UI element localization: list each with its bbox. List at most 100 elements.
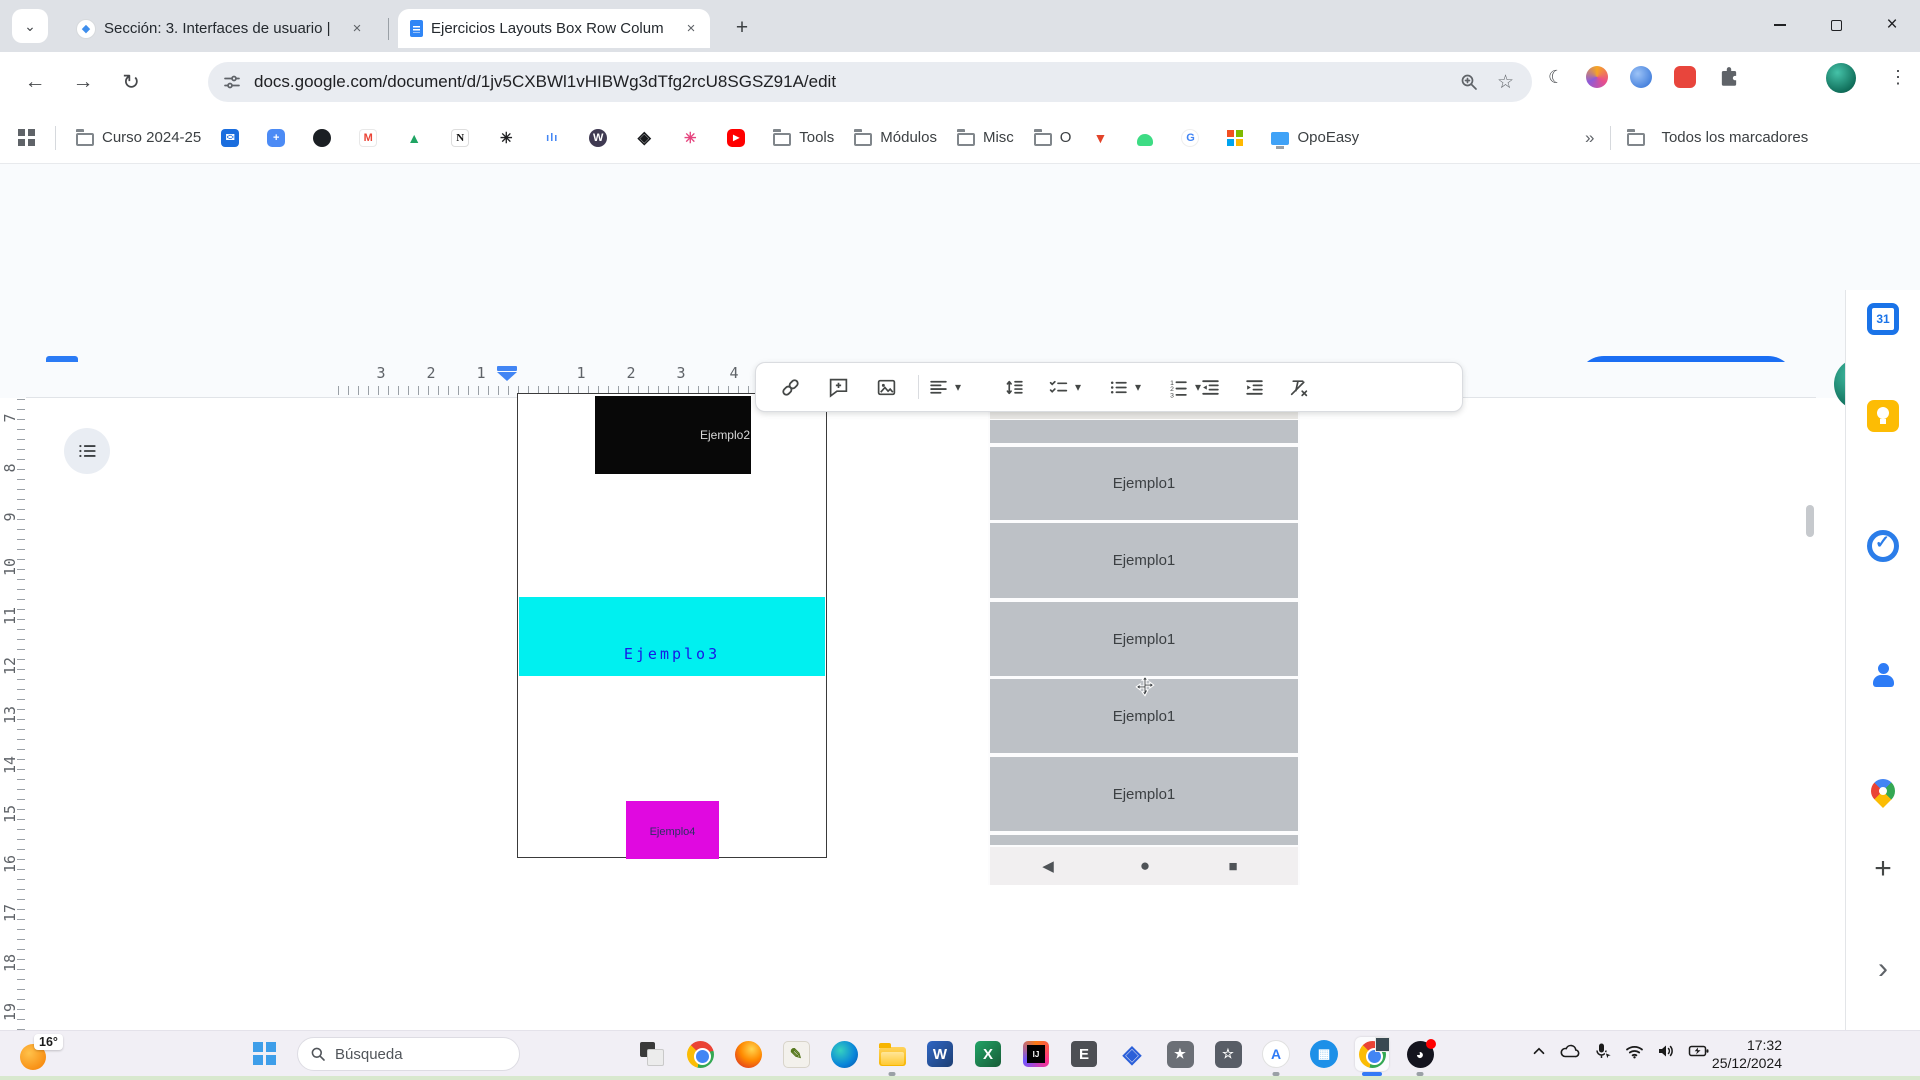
url-text[interactable]: docs.google.com/document/d/1jv5CXBWl1vHI… <box>254 72 1459 92</box>
ejemplo3-box[interactable]: Ejemplo3 <box>519 597 825 676</box>
ejemplo4-box[interactable]: Ejemplo4 <box>626 801 719 859</box>
bookmark-star-icon[interactable]: ☆ <box>1497 71 1514 94</box>
checklist-button[interactable]: ▾ <box>1048 363 1081 411</box>
browser-menu-kebab-icon[interactable]: ⋮ <box>1886 67 1910 88</box>
apps-grid-icon[interactable] <box>18 129 35 146</box>
zoom-page-icon[interactable] <box>1459 72 1479 92</box>
clear-formatting-button[interactable] <box>1278 363 1318 411</box>
add-addon-button[interactable]: + <box>1874 852 1892 886</box>
bookmark-audio-bars[interactable]: ılı <box>543 129 569 147</box>
bookmark-folder-tools[interactable]: Tools <box>773 129 834 146</box>
google-keep-icon[interactable] <box>1867 400 1899 432</box>
window-minimize-button[interactable] <box>1752 0 1808 50</box>
google-calendar-icon[interactable]: 31 <box>1867 303 1899 335</box>
outdent-button[interactable] <box>1190 363 1230 411</box>
bookmark-notion[interactable]: N <box>451 129 477 147</box>
app-intellij[interactable]: IJ <box>1019 1037 1053 1071</box>
hidden-icons-chevron-icon[interactable] <box>1530 1042 1548 1060</box>
colorful-extension-icon[interactable] <box>1586 66 1608 88</box>
bookmark-opoeasy[interactable]: OpoEasy <box>1271 129 1359 146</box>
app-file-explorer[interactable] <box>875 1037 909 1071</box>
tab-search-button[interactable]: ⌄ <box>12 9 48 43</box>
onedrive-cloud-icon[interactable] <box>1559 1041 1581 1061</box>
google-maps-icon[interactable] <box>1866 774 1900 808</box>
browser-profile-avatar[interactable] <box>1826 63 1856 93</box>
bookmark-gmail[interactable]: M <box>359 129 385 147</box>
tab-close-icon[interactable]: × <box>682 20 700 38</box>
bookmark-android[interactable] <box>1137 130 1161 146</box>
indent-button[interactable] <box>1234 363 1274 411</box>
add-comment-button[interactable] <box>818 363 858 411</box>
app-edge[interactable] <box>827 1037 861 1071</box>
app-word[interactable]: W <box>923 1037 957 1071</box>
bookmark-folder-modulos[interactable]: Módulos <box>854 129 937 146</box>
bookmark-microsoft[interactable] <box>1227 130 1251 146</box>
start-button[interactable] <box>253 1042 277 1066</box>
bookmarks-overflow-chevrons-icon[interactable]: » <box>1585 128 1594 148</box>
indent-marker[interactable] <box>497 366 517 381</box>
document-canvas[interactable]: Ejemplo2 Ejemplo3 Ejemplo4 Ejemplo1 Ejem… <box>26 398 1816 1030</box>
google-tasks-icon[interactable] <box>1867 530 1899 562</box>
tab-close-icon[interactable]: × <box>348 20 366 38</box>
google-contacts-icon[interactable] <box>1868 661 1898 691</box>
align-button[interactable]: ▾ <box>928 363 961 411</box>
app-virtualbox[interactable]: ◈ <box>1115 1037 1149 1071</box>
bookmark-wordpress[interactable]: W <box>589 129 615 147</box>
tab-ejercicios-layouts[interactable]: Ejercicios Layouts Box Row Colum × <box>398 9 710 48</box>
reload-button[interactable]: ↻ <box>116 67 146 97</box>
document-outline-button[interactable] <box>64 428 110 474</box>
dark-mode-extension-icon[interactable]: ☾ <box>1548 67 1564 88</box>
app-chrome-profile[interactable] <box>1355 1037 1389 1071</box>
blue-extension-icon[interactable] <box>1630 66 1652 88</box>
bookmark-gitlab[interactable]: ▼ <box>1091 129 1117 147</box>
bookmark-layers-app[interactable]: ◈ <box>635 129 661 147</box>
app-docker[interactable]: ▦ <box>1307 1037 1341 1071</box>
bookmark-chatgpt-pink[interactable]: ✳ <box>681 129 707 147</box>
ejemplo2-box[interactable]: Ejemplo2 <box>595 396 751 474</box>
bookmark-folder-curso[interactable]: Curso 2024-25 <box>76 129 201 146</box>
bookmark-youtube[interactable]: ▶ <box>727 129 753 147</box>
insert-image-button[interactable] <box>866 363 906 411</box>
bookmark-github[interactable] <box>313 129 339 147</box>
bookmark-mail[interactable]: ✉ <box>221 129 247 147</box>
forward-button[interactable]: → <box>68 67 98 97</box>
document-scrollbar-thumb[interactable] <box>1806 505 1814 537</box>
new-tab-button[interactable]: + <box>728 14 756 42</box>
app-excel[interactable]: X <box>971 1037 1005 1071</box>
android-screenshot-image[interactable]: Ejemplo1 Ejemplo1 Ejemplo1 Ejemplo1 Ejem… <box>988 411 1300 885</box>
app-star-tool[interactable]: ★ <box>1163 1037 1197 1071</box>
taskbar-search-box[interactable]: Búsqueda <box>297 1037 520 1071</box>
bookmark-extension[interactable]: + <box>267 129 293 147</box>
bookmark-folder-misc[interactable]: Misc <box>957 129 1014 146</box>
bookmark-chatgpt[interactable]: ✳ <box>497 129 523 147</box>
address-bar[interactable]: docs.google.com/document/d/1jv5CXBWl1vHI… <box>208 62 1532 102</box>
bookmark-drive[interactable]: ▲ <box>405 129 431 147</box>
window-close-button[interactable]: × <box>1864 0 1920 50</box>
vertical-ruler[interactable]: 78910111213141516171819 <box>0 398 26 1030</box>
extensions-puzzle-icon[interactable] <box>1718 66 1740 88</box>
back-button[interactable]: ← <box>20 67 50 97</box>
red-extension-icon[interactable] <box>1674 66 1696 88</box>
bulleted-list-button[interactable]: ▾ <box>1108 363 1141 411</box>
window-maximize-button[interactable] <box>1808 0 1864 50</box>
expand-panel-chevron-icon[interactable]: › <box>1878 952 1888 986</box>
microphone-location-icon[interactable] <box>1592 1041 1613 1061</box>
bookmark-folder-o[interactable]: O <box>1034 129 1072 146</box>
taskbar-clock[interactable]: 17:32 25/12/2024 <box>1692 1036 1782 1072</box>
taskbar-weather-widget[interactable]: 16° <box>20 1036 66 1072</box>
app-gimp[interactable]: ✎ <box>779 1037 813 1071</box>
bookmark-google[interactable]: G <box>1181 129 1207 147</box>
line-spacing-button[interactable] <box>994 363 1034 411</box>
app-color-swatches[interactable] <box>635 1037 669 1071</box>
wifi-icon[interactable] <box>1624 1041 1645 1061</box>
insert-link-button[interactable] <box>770 363 810 411</box>
app-obs[interactable]: ◕ <box>1403 1037 1437 1071</box>
all-bookmarks-label[interactable]: Todos los marcadores <box>1661 129 1808 146</box>
app-chrome[interactable] <box>683 1037 717 1071</box>
app-firefox[interactable] <box>731 1037 765 1071</box>
app-magic-tool[interactable]: ☆ <box>1211 1037 1245 1071</box>
document-page[interactable]: Ejemplo2 Ejemplo3 Ejemplo4 <box>517 393 827 858</box>
app-everything[interactable]: E <box>1067 1037 1101 1071</box>
tab-seccion-interfaces[interactable]: ◆ Sección: 3. Interfaces de usuario | × <box>64 9 376 48</box>
site-settings-tune-icon[interactable] <box>222 72 242 92</box>
